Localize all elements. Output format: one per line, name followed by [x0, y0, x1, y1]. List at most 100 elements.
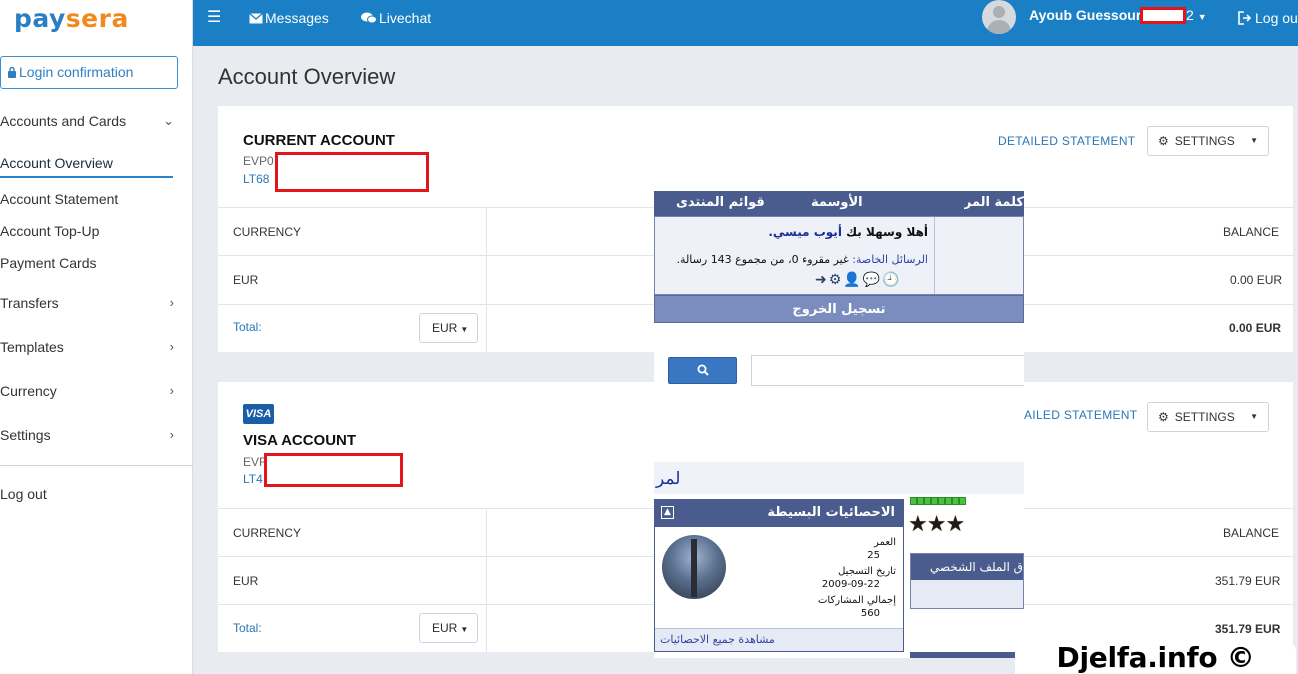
total-currency-select[interactable]: EUR ▼ [419, 613, 478, 643]
balance-cell: 0.00 EUR [1230, 273, 1283, 287]
search-icon [697, 364, 709, 376]
chat-bubbles-icon [361, 12, 377, 24]
redaction-box [275, 152, 429, 192]
chevron-right-icon: › [169, 339, 174, 354]
redaction-box [1140, 7, 1186, 24]
balance-header: BALANCE [1223, 225, 1280, 239]
envelope-icon [249, 13, 263, 24]
sidebar-item-settings[interactable]: Settings › [0, 424, 180, 446]
forum-search-area [654, 323, 1024, 398]
login-confirmation-button[interactable]: Login confirmation [0, 56, 178, 89]
watermark: Djelfa.info © 2020 [1015, 641, 1296, 674]
total-balance: 351.79 EUR [1215, 622, 1281, 636]
currency-cell: EUR [233, 574, 259, 588]
detailed-statement-link[interactable]: DETAILED STATEMENT [998, 134, 1135, 148]
livechat-link[interactable]: Livechat [361, 0, 431, 36]
sidebar-item-currency[interactable]: Currency › [0, 380, 180, 402]
messages-link[interactable]: Messages [249, 0, 329, 36]
user-suffix[interactable]: 2 ▼ [1186, 0, 1207, 33]
stats-header: ▲ الاحصائيات البسيطة [655, 500, 903, 527]
balance-header: BALANCE [1223, 526, 1280, 540]
caret-down-icon: ▼ [460, 625, 469, 634]
rank-stars-icon: ★★★ [908, 511, 965, 536]
visa-icon: VISA [243, 404, 274, 424]
forum-logout-button[interactable]: تسجيل الخروج [654, 295, 1024, 323]
chevron-right-icon: › [169, 427, 174, 442]
profile-header[interactable]: ق الملف الشخصي [911, 554, 1023, 580]
sidebar-item-account-overview[interactable]: Account Overview [0, 152, 180, 174]
gear-icon: ⚙ [1158, 134, 1169, 148]
forum-stats-box: ▲ الاحصائيات البسيطة العمر 25 تاريخ التس… [654, 499, 904, 652]
user-menu[interactable]: Ayoub Guessouri [1029, 0, 1145, 33]
forum-partial-heading: لمر [654, 462, 1024, 494]
gear-icon: ⚙ [1158, 410, 1169, 424]
lock-icon [8, 66, 16, 78]
forum-password-link[interactable]: كلمة المرور [964, 195, 1024, 210]
sidebar-item-log-out[interactable]: Log out [0, 483, 180, 505]
menu-icon[interactable]: ☰ [207, 0, 221, 36]
avatar [662, 535, 726, 599]
forum-messages-text[interactable]: الرسائل الخاصة: غير مقروء 0، من مجموع 14… [677, 253, 928, 266]
total-label: Total: [233, 621, 262, 635]
sidebar-item-account-statement[interactable]: Account Statement [0, 188, 180, 210]
evp-number: EVP0 [243, 154, 274, 168]
sidebar-item-templates[interactable]: Templates › [0, 336, 180, 358]
paysera-logo[interactable]: paysera [14, 4, 129, 33]
sidebar-divider [0, 465, 193, 466]
total-label: Total: [233, 320, 262, 334]
redaction-box [264, 453, 403, 487]
chevron-right-icon: › [169, 383, 174, 398]
top-bar: ☰ Messages Livechat Ayoub Guessouri 2 ▼ L… [193, 0, 1298, 46]
caret-down-icon: ▼ [1250, 412, 1258, 421]
total-balance: 0.00 EUR [1229, 321, 1282, 335]
detailed-statement-link[interactable]: AILED STATEMENT [1024, 408, 1137, 422]
rank-dots [910, 497, 970, 507]
forum-menu-link[interactable]: قوائم المنتدى [676, 195, 765, 210]
evp-number: EVF [243, 455, 267, 469]
collapse-icon[interactable]: ▲ [661, 506, 674, 519]
clock-icon[interactable]: 🕘 [882, 271, 901, 287]
sidebar-item-payment-cards[interactable]: Payment Cards [0, 252, 180, 274]
forum-medals-link[interactable]: الأوسمة [811, 195, 863, 210]
chevron-right-icon: › [169, 295, 174, 310]
forum-nav-bar: قوائم المنتدى الأوسمة كلمة المرور [654, 191, 1024, 216]
forum-toolbar-icons[interactable]: ➜⚙👤💬🕘 [815, 271, 902, 288]
account-title: CURRENT ACCOUNT [243, 132, 395, 149]
sidebar-item-transfers[interactable]: Transfers › [0, 292, 180, 314]
forum-overlay-header: قوائم المنتدى الأوسمة كلمة المرور أهلا و… [654, 191, 1024, 323]
gear-icon[interactable]: ⚙ [829, 271, 844, 287]
forum-welcome-panel: أهلا وسهلا بك أيوب ميسي. الرسائل الخاصة:… [654, 216, 1024, 295]
iban-number[interactable]: LT68 [243, 172, 269, 186]
logout-link[interactable]: Log ou [1238, 0, 1298, 36]
sidebar: paysera Login confirmation Accounts and … [0, 0, 193, 674]
caret-down-icon: ▼ [1250, 136, 1258, 145]
account-title: VISA ACCOUNT [243, 432, 357, 449]
caret-down-icon: ▼ [460, 325, 469, 334]
logout-icon [1238, 11, 1252, 25]
sidebar-item-account-top-up[interactable]: Account Top-Up [0, 220, 180, 242]
chat-bubbles-icon[interactable]: 💬 [863, 271, 882, 287]
avatar[interactable] [982, 0, 1016, 34]
sidebar-item-accounts-and-cards[interactable]: Accounts and Cards ⌄ [0, 110, 180, 132]
search-input[interactable] [751, 355, 1024, 386]
forum-overlay-profile: لمر ▲ الاحصائيات البسيطة العمر 25 تاريخ … [654, 462, 1024, 658]
settings-button[interactable]: ⚙ SETTINGS ▼ [1147, 126, 1269, 156]
profile-bottom-bar [910, 652, 1024, 658]
stats-details: العمر 25 تاريخ التسجيل 2009-09-22 إجمالي… [818, 537, 896, 619]
add-user-icon[interactable]: 👤 [843, 271, 862, 287]
iban-number[interactable]: LT4 [243, 472, 263, 486]
total-currency-select[interactable]: EUR ▼ [419, 313, 478, 343]
currency-cell: EUR [233, 273, 259, 287]
view-all-stats-link[interactable]: مشاهدة جميع الاحصائيات [655, 628, 903, 651]
forum-profile-box: ق الملف الشخصي [910, 553, 1024, 609]
page-title: Account Overview [218, 64, 396, 89]
currency-header: CURRENCY [233, 526, 302, 540]
search-button[interactable] [668, 357, 737, 384]
currency-header: CURRENCY [233, 225, 302, 239]
forum-welcome-text: أهلا وسهلا بك أيوب ميسي. [768, 225, 928, 239]
logout-icon[interactable]: ➜ [815, 271, 829, 287]
active-indicator [0, 176, 173, 178]
balance-cell: 351.79 EUR [1215, 574, 1281, 588]
caret-down-icon: ▼ [1197, 12, 1207, 22]
settings-button[interactable]: ⚙ SETTINGS ▼ [1147, 402, 1269, 432]
